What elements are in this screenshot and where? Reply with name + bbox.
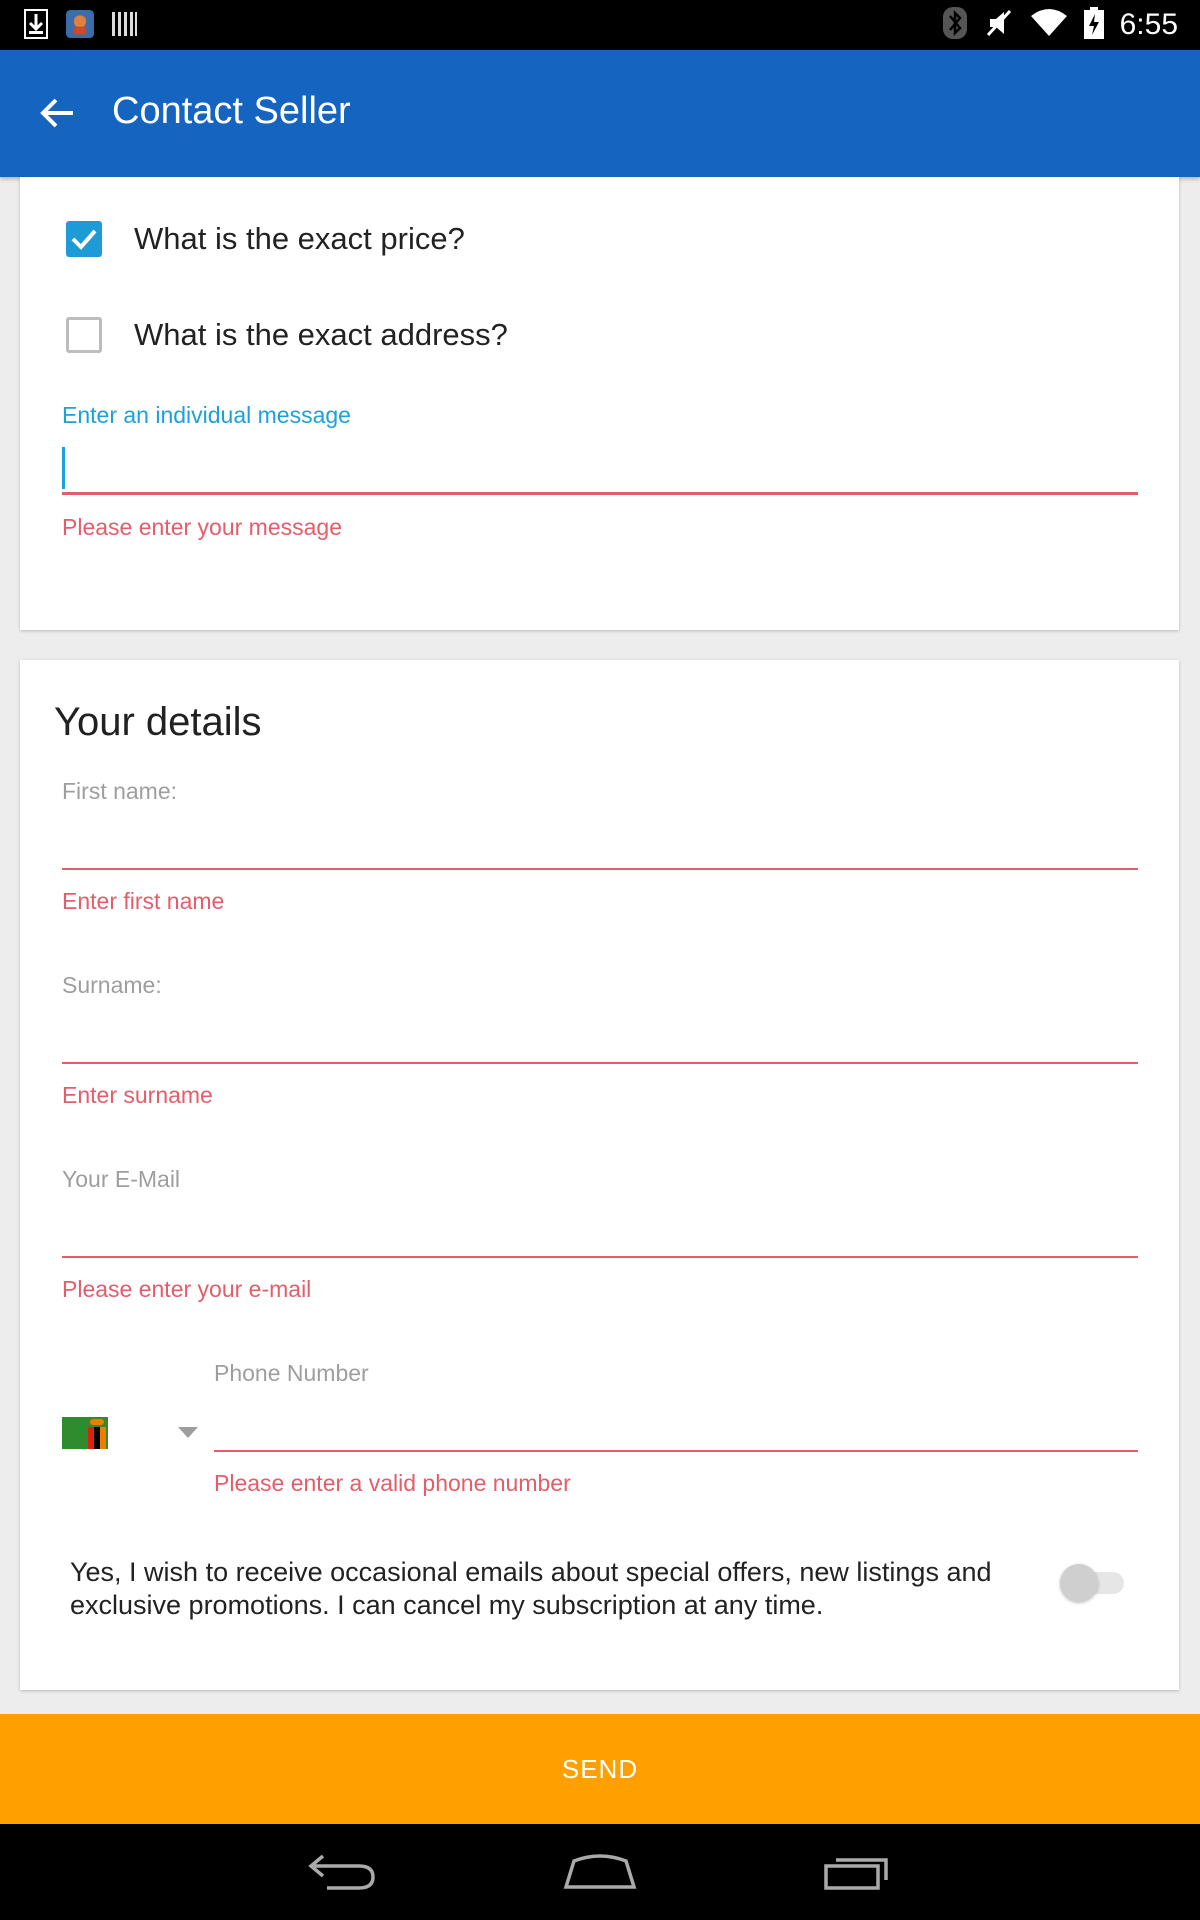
mute-icon [984,7,1014,43]
message-card: What is the exact price? What is the exa… [20,177,1179,630]
download-icon [22,8,50,40]
country-dropdown-arrow-icon[interactable] [178,1427,198,1438]
newsletter-toggle[interactable] [1060,1560,1130,1604]
newsletter-consent-text: Yes, I wish to receive occasional emails… [70,1557,992,1620]
page-title: Contact Seller [112,90,351,132]
battery-icon [1083,7,1104,43]
back-nav-icon[interactable] [298,1842,388,1902]
home-nav-icon[interactable] [555,1842,645,1902]
email-input[interactable] [62,1206,1138,1258]
zambia-flag-icon[interactable] [62,1417,108,1449]
status-time: 6:55 [1119,8,1178,41]
question-address-checkbox[interactable] [66,317,102,353]
app-bar: Contact Seller [0,50,1200,177]
details-card: Your details First name: Enter first nam… [20,660,1179,1690]
surname-label: Surname: [62,972,162,998]
details-title: Your details [54,700,262,744]
status-bar: 6:55 [0,0,1200,50]
surname-error: Enter surname [62,1082,213,1108]
question-price-label: What is the exact price? [134,221,465,256]
first-name-error: Enter first name [62,888,225,914]
surname-input[interactable] [62,1012,1138,1064]
bluetooth-icon [942,6,968,44]
back-button[interactable] [30,86,84,140]
send-button[interactable]: SEND [0,1714,1200,1824]
status-bar-notifications [22,8,138,40]
barcode-icon [110,8,138,40]
email-label: Your E-Mail [62,1166,181,1192]
wifi-icon [1030,8,1068,42]
question-price-checkbox-row[interactable]: What is the exact price? [66,221,465,257]
phone-error: Please enter a valid phone number [214,1470,571,1496]
system-nav-bar [0,1824,1200,1920]
message-label: Enter an individual message [62,402,351,428]
check-icon [71,229,97,250]
arrow-left-icon [40,98,73,128]
phone-label: Phone Number [214,1360,369,1386]
message-input[interactable] [62,442,1138,495]
first-name-label: First name: [62,778,178,804]
recents-nav-icon[interactable] [812,1842,902,1902]
status-bar-system: 6:55 [942,4,1178,46]
question-price-checkbox[interactable] [66,221,102,257]
first-name-input[interactable] [62,818,1138,870]
question-address-checkbox-row[interactable]: What is the exact address? [66,317,508,353]
toggle-thumb [1060,1564,1098,1602]
question-address-label: What is the exact address? [134,317,508,352]
app-icon [66,8,94,40]
email-error: Please enter your e-mail [62,1276,312,1302]
phone-input[interactable] [214,1400,1138,1452]
message-error: Please enter your message [62,514,342,540]
